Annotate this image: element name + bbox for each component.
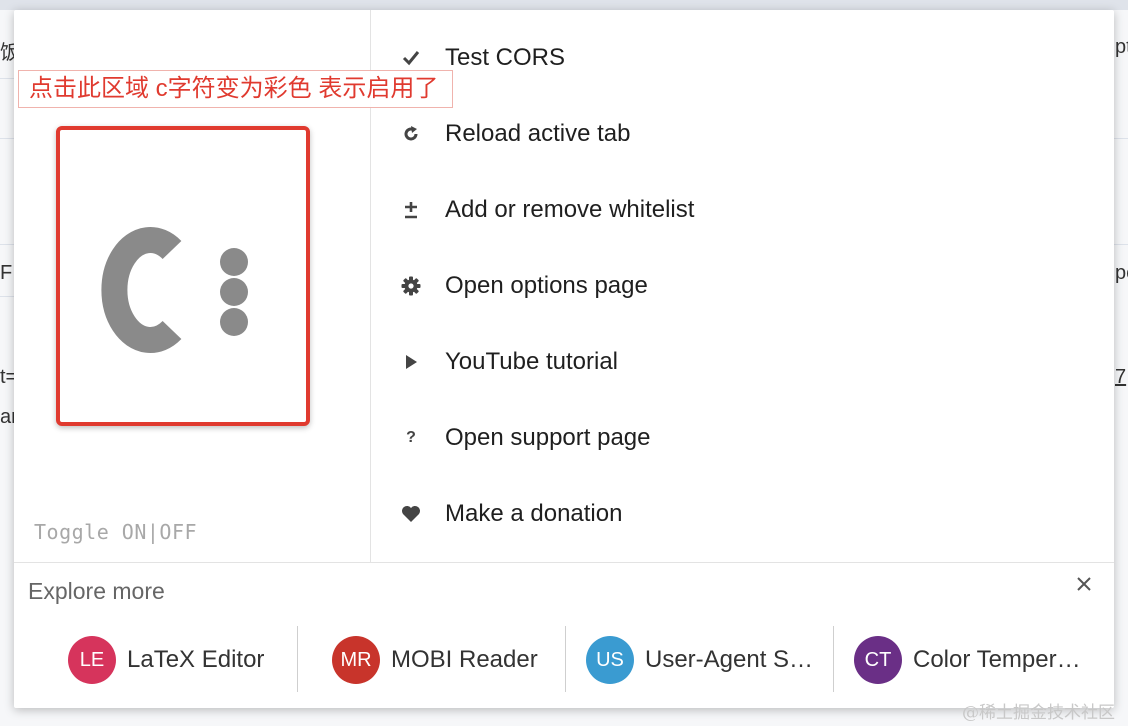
section-divider	[14, 562, 1114, 563]
extension-avatar: CT	[854, 636, 902, 684]
extension-avatar: LE	[68, 636, 116, 684]
menu-item-whitelist[interactable]: Add or remove whitelist	[386, 190, 694, 230]
menu-item-donation[interactable]: Make a donation	[386, 494, 622, 534]
menu-item-label: Reload active tab	[445, 120, 631, 147]
background-text-fragment: 7	[1115, 366, 1127, 388]
menu-item-label: Make a donation	[445, 500, 623, 527]
extension-separator	[833, 626, 834, 692]
extension-name: Color Temper…	[913, 646, 1081, 673]
menu-item-label: Add or remove whitelist	[445, 196, 695, 223]
play-icon	[396, 350, 426, 374]
toggle-area[interactable]	[56, 126, 310, 426]
heart-icon	[396, 502, 426, 526]
extension-avatar: US	[586, 636, 634, 684]
action-menu: Test CORS Reload active tab Add or remov…	[386, 10, 1086, 562]
menu-item-label: Open support page	[445, 424, 651, 451]
menu-item-label: Open options page	[445, 272, 648, 299]
menu-item-reload-tab[interactable]: Reload active tab	[386, 114, 630, 154]
plus-minus-icon	[396, 198, 426, 222]
menu-item-label: YouTube tutorial	[445, 348, 619, 375]
extension-name: LaTeX Editor	[127, 646, 265, 673]
extension-name: MOBI Reader	[391, 646, 538, 673]
menu-item-support[interactable]: ? Open support page	[386, 418, 651, 458]
explore-title: Explore more	[28, 578, 165, 604]
extension-link-latex-editor[interactable]: LE LaTeX Editor	[68, 636, 264, 684]
background-divider	[1114, 244, 1128, 245]
background-divider	[0, 138, 14, 139]
background-text-fragment: F	[0, 262, 13, 284]
close-icon[interactable]	[1072, 572, 1096, 596]
background-divider	[1114, 138, 1128, 139]
extension-name: User-Agent S…	[645, 646, 814, 673]
extension-link-color-temperature[interactable]: CT Color Temper…	[854, 636, 1081, 684]
extension-separator	[297, 626, 298, 692]
check-icon	[396, 46, 426, 70]
menu-item-options[interactable]: Open options page	[386, 266, 648, 306]
cors-c-icon	[101, 227, 248, 353]
question-icon: ?	[406, 429, 416, 446]
extension-link-mobi-reader[interactable]: MR MOBI Reader	[332, 636, 538, 684]
toggle-label: Toggle ON|OFF	[34, 520, 198, 544]
menu-item-label: Test CORS	[445, 44, 566, 71]
menu-item-test-cors[interactable]: Test CORS	[386, 38, 565, 78]
reload-icon	[396, 122, 426, 146]
extension-link-user-agent-switcher[interactable]: US User-Agent S…	[586, 636, 813, 684]
background-text-fragment: pt	[1115, 36, 1128, 58]
watermark: @稀土掘金技术社区	[962, 703, 1115, 723]
background-divider	[0, 244, 14, 245]
background-divider	[0, 296, 14, 297]
extension-separator	[565, 626, 566, 692]
gear-icon	[396, 274, 426, 298]
background-topbar	[0, 0, 1128, 10]
background-text-fragment: pc	[1115, 262, 1128, 284]
extension-avatar: MR	[332, 636, 380, 684]
background-divider	[0, 78, 14, 79]
extension-popup: Toggle ON|OFF 点击此区域 c字符变为彩色 表示启用了 Test C…	[14, 10, 1114, 708]
menu-item-youtube-tutorial[interactable]: YouTube tutorial	[386, 342, 618, 382]
